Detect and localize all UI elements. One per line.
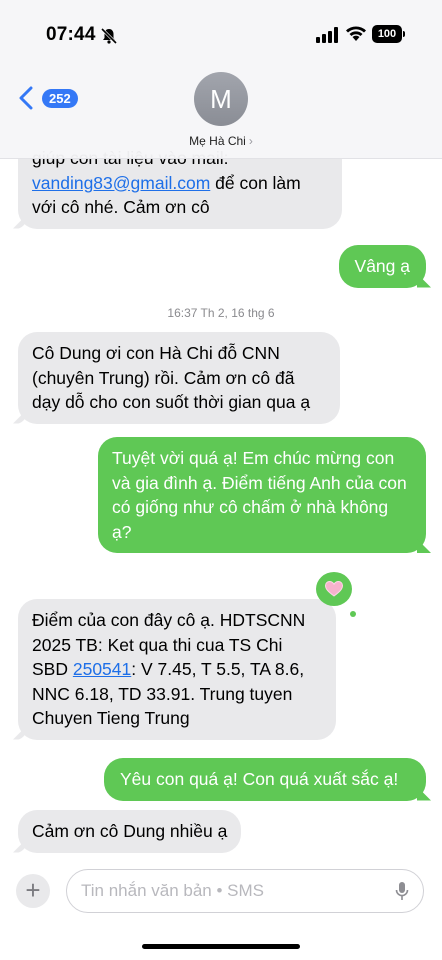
message-input-placeholder: Tin nhắn văn bản • SMS: [81, 881, 264, 900]
incoming-message[interactable]: Điểm của con đây cô ạ. HDTSCNN 2025 TB: …: [18, 599, 336, 740]
status-time: 07:44: [46, 24, 96, 45]
battery-indicator: 100: [372, 25, 402, 43]
phone-number-link[interactable]: 250541: [73, 659, 131, 679]
message-text: Cô Dung ơi con Hà Chi đỗ CNN (chuyên Tru…: [32, 343, 311, 412]
heart-icon: [324, 580, 344, 597]
email-link[interactable]: vanding83@gmail.com: [32, 173, 210, 193]
timestamp: 16:37 Th 2, 16 thg 6: [167, 306, 275, 320]
battery-nub: [403, 31, 405, 37]
message-text: Cảm ơn cô Dung nhiều ạ: [32, 821, 228, 841]
back-button[interactable]: 252: [18, 86, 78, 110]
contact-name-button[interactable]: Mẹ Hà Chi ›: [0, 134, 442, 148]
bell-slash-icon: [100, 27, 118, 45]
status-bar: 07:44 100: [0, 0, 442, 62]
conversation-header: 07:44 100 252 M Mẹ Hà Chi ›: [0, 0, 442, 159]
incoming-message[interactable]: Cảm ơn cô Dung nhiều ạ: [18, 810, 242, 853]
message-input[interactable]: Tin nhắn văn bản • SMS: [66, 869, 424, 913]
contact-name: Mẹ Hà Chi: [189, 134, 246, 148]
message-text: Vâng ạ: [354, 256, 410, 276]
outgoing-message[interactable]: Tuyệt vời quá ạ! Em chúc mừng con và gia…: [98, 437, 426, 553]
add-attachment-button[interactable]: +: [16, 874, 50, 908]
wifi-icon: [346, 26, 366, 41]
outgoing-message[interactable]: Vâng ạ: [338, 245, 426, 288]
chevron-right-icon: ›: [248, 134, 253, 148]
outgoing-message[interactable]: Yêu con quá ạ! Con quá xuất sắc ạ!: [104, 758, 426, 801]
contact-avatar[interactable]: M: [194, 72, 248, 126]
unread-count-badge: 252: [42, 88, 78, 108]
cellular-signal-icon: [316, 27, 338, 43]
message-text: Yêu con quá ạ! Con quá xuất sắc ạ!: [120, 769, 399, 789]
home-indicator: [142, 944, 300, 949]
incoming-message[interactable]: Cô Dung ơi con Hà Chi đỗ CNN (chuyên Tru…: [18, 332, 340, 424]
chevron-left-icon: [19, 86, 33, 110]
tapback-tail: [350, 611, 356, 617]
microphone-icon[interactable]: [395, 881, 409, 901]
message-text: Tuyệt vời quá ạ! Em chúc mừng con và gia…: [112, 448, 407, 542]
